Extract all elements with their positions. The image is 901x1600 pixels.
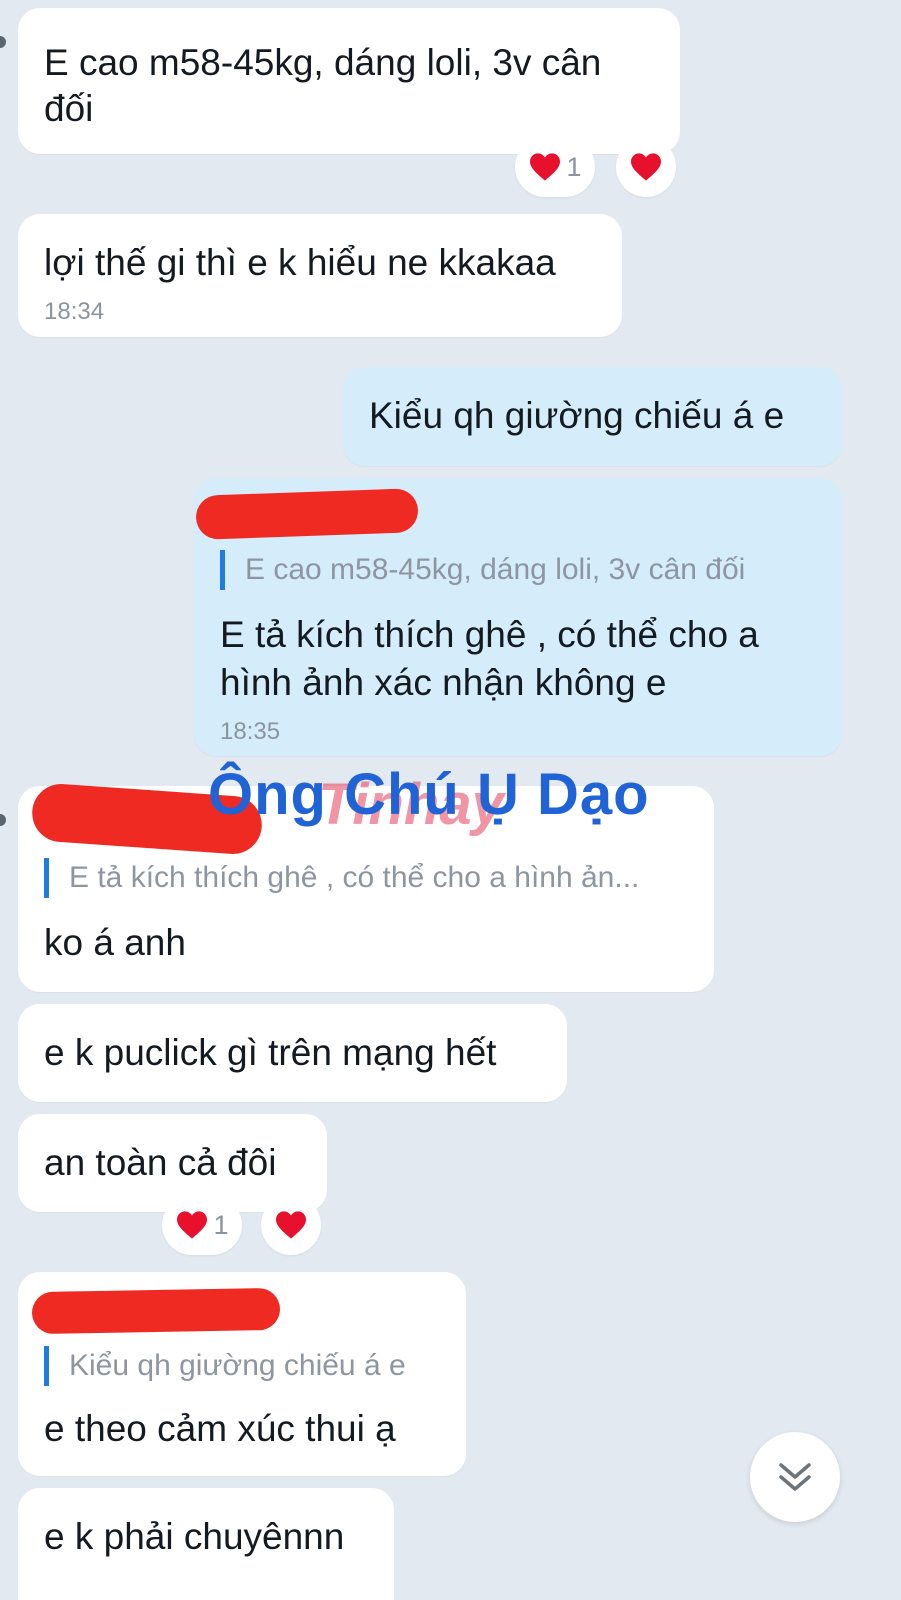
heart-icon: [530, 153, 561, 181]
reaction-count-pill[interactable]: 1: [162, 1195, 242, 1255]
reaction-count: 1: [213, 1209, 229, 1240]
message-text: Kiểu qh giường chiếu á e: [369, 395, 785, 436]
message-bubble-incoming[interactable]: lợi thế gi thì e k hiểu ne kkakaa 18:34: [18, 214, 622, 337]
add-reaction-button[interactable]: [261, 1195, 321, 1255]
message-text: hình ảnh xác nhận không e: [220, 662, 667, 703]
add-reaction-button[interactable]: [616, 137, 676, 197]
message-text: an toàn cả đôi: [44, 1142, 277, 1183]
message-text: e theo cảm xúc thui ạ: [44, 1408, 396, 1449]
avatar-edge: [0, 36, 6, 48]
reply-quote[interactable]: Kiểu qh giường chiếu á e: [44, 1346, 406, 1386]
message-text: E cao m58-45kg, dáng loli, 3v cân: [44, 42, 602, 83]
message-text: e k puclick gì trên mạng hết: [44, 1032, 497, 1073]
message-text: đối: [44, 88, 94, 129]
message-bubble-incoming[interactable]: E cao m58-45kg, dáng loli, 3v cân đối: [18, 8, 680, 154]
heart-icon: [276, 1211, 306, 1239]
redacted-sender-name: [195, 488, 419, 540]
message-bubble-incoming[interactable]: e k puclick gì trên mạng hết: [18, 1004, 567, 1102]
message-text: e k phải chuyênnn: [44, 1516, 345, 1557]
message-bubble-incoming[interactable]: e k phải chuyênnn: [18, 1488, 394, 1600]
reply-quote[interactable]: E cao m58-45kg, dáng loli, 3v cân đối: [220, 550, 745, 590]
reaction-count-pill[interactable]: 1: [515, 137, 595, 197]
redacted-sender-name: [31, 1287, 281, 1335]
double-chevron-down-icon: [779, 1463, 811, 1491]
message-text: lợi thế gi thì e k hiểu ne kkakaa: [44, 242, 556, 283]
message-bubble-outgoing[interactable]: Kiểu qh giường chiếu á e: [343, 367, 842, 466]
message-text: E tả kích thích ghê , có thể cho a: [220, 614, 759, 655]
heart-icon: [631, 153, 661, 181]
reply-quote[interactable]: E tả kích thích ghê , có thể cho a hình …: [44, 858, 639, 898]
watermark: Ông Chú Ụ Dạo: [208, 762, 650, 827]
message-bubble-outgoing[interactable]: E cao m58-45kg, dáng loli, 3v cân đối E …: [194, 478, 842, 756]
heart-icon: [177, 1211, 208, 1239]
scroll-to-bottom-button[interactable]: [750, 1432, 840, 1522]
message-time: 18:34: [44, 298, 105, 325]
message-bubble-incoming[interactable]: Kiểu qh giường chiếu á e e theo cảm xúc …: [18, 1272, 466, 1476]
message-text: ko á anh: [44, 922, 186, 963]
message-time: 18:35: [220, 718, 281, 745]
avatar-edge: [0, 814, 6, 826]
reaction-count: 1: [566, 151, 582, 182]
